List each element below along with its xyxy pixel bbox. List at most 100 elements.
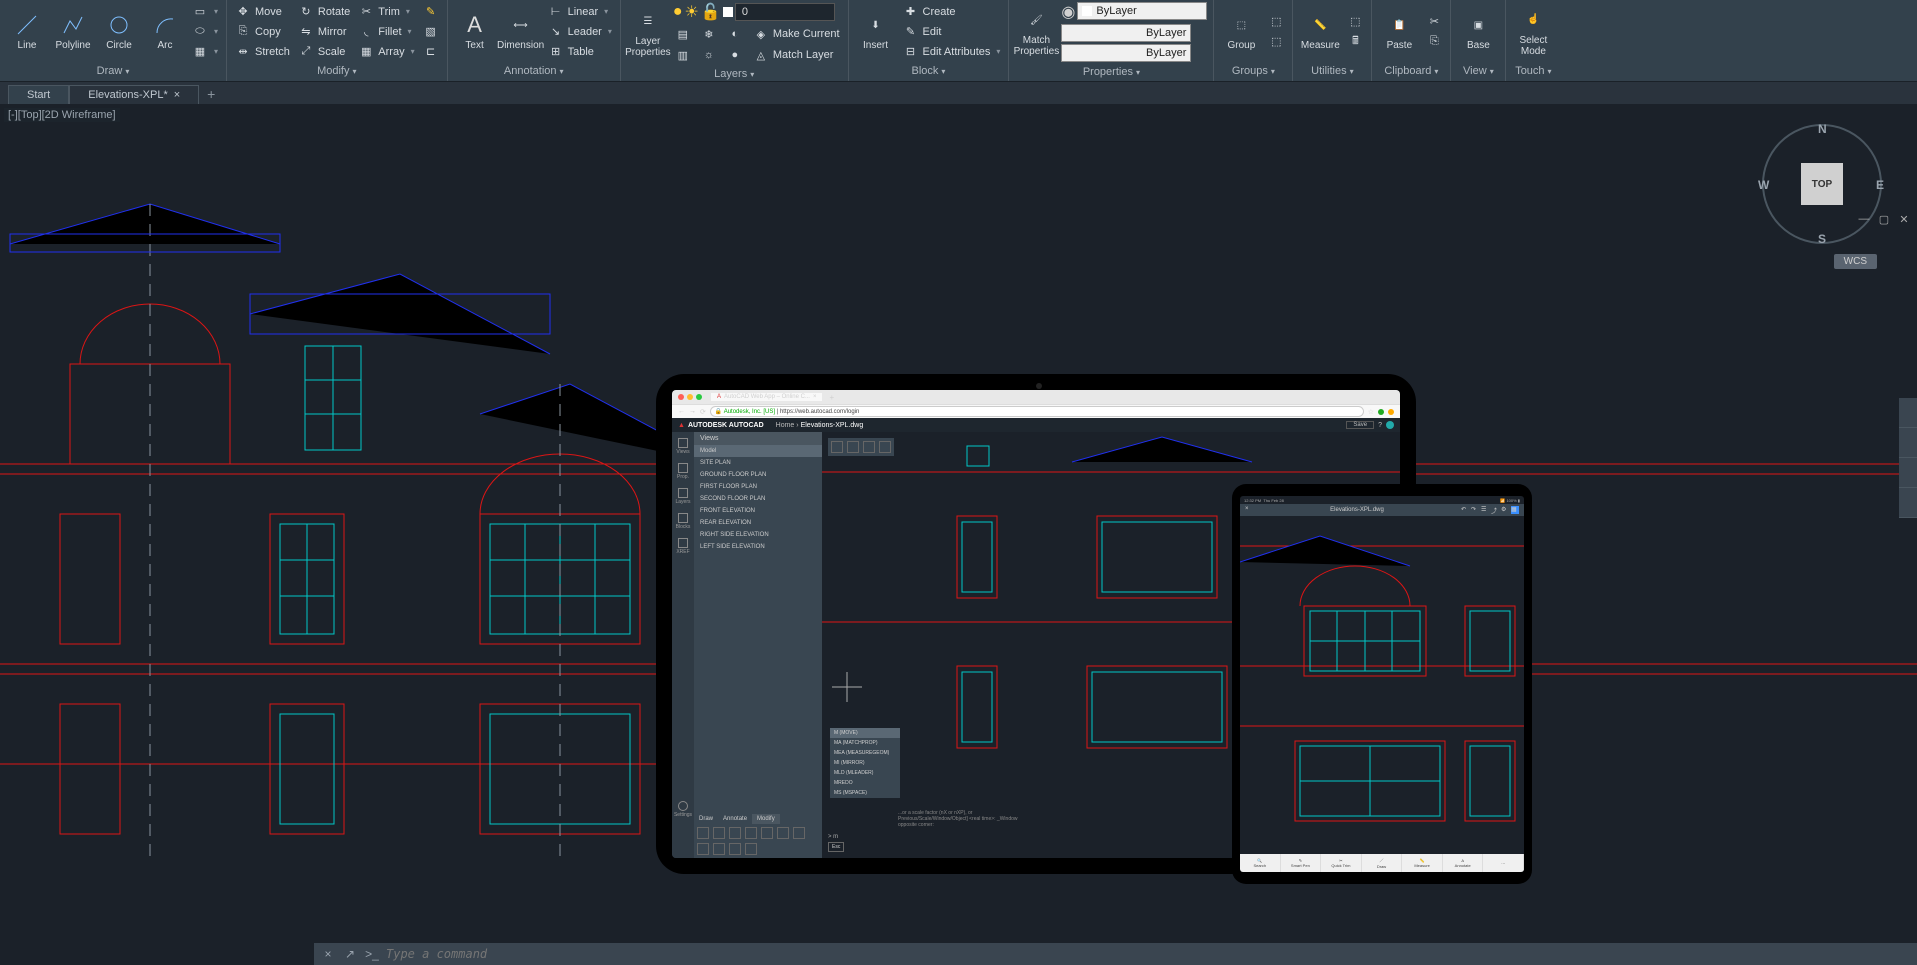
browser-back-icon[interactable]: ← (678, 408, 685, 415)
copy-tool[interactable]: ⎘Copy (233, 23, 292, 41)
layer-lock-icon[interactable]: 🔓 (701, 2, 721, 22)
tablet-export-icon[interactable]: ⤴ (1491, 506, 1499, 514)
suggestion-item[interactable]: MI (MIRROR) (830, 758, 900, 768)
fillet-tool[interactable]: ◟Fillet (356, 23, 416, 41)
mac-min[interactable] (687, 394, 693, 400)
layer-on-tool[interactable]: ● (725, 46, 745, 64)
select-all-tool[interactable]: ⬚ (1345, 13, 1365, 31)
panel-layers-label[interactable]: Layers (621, 66, 848, 84)
tablet-canvas[interactable] (1240, 516, 1524, 854)
dimension-tool[interactable]: ⟷Dimension (500, 3, 542, 61)
sidebar-xref[interactable]: XREF (676, 538, 689, 555)
panel-block-label[interactable]: Block (849, 63, 1009, 81)
polyline-tool[interactable]: Polyline (52, 3, 94, 61)
views-model[interactable]: Model (694, 445, 822, 457)
create-block-tool[interactable]: ✚Create (901, 3, 1003, 21)
breadcrumb-file[interactable]: Elevations-XPL.dwg (801, 422, 864, 429)
wt-mirror[interactable] (761, 827, 773, 839)
wt-rotate[interactable] (729, 827, 741, 839)
browser-reload-icon[interactable]: ⟳ (700, 408, 706, 416)
table-tool[interactable]: ⊞Table (546, 43, 614, 61)
suggestion-item[interactable]: MREDO (830, 778, 900, 788)
views-item[interactable]: REAR ELEVATION (694, 517, 822, 529)
panel-utilities-label[interactable]: Utilities (1293, 63, 1371, 81)
suggestion-item[interactable]: MA (MATCHPROP) (830, 738, 900, 748)
sidebar-layers[interactable]: Layers (675, 488, 690, 505)
layer-uniso-tool[interactable]: ▥ (673, 46, 693, 64)
erase-tool[interactable]: ✎ (421, 3, 441, 21)
tool-tab-draw[interactable]: Draw (694, 814, 718, 824)
viewport-minimize[interactable]: — (1857, 212, 1871, 226)
views-item[interactable]: SITE PLAN (694, 457, 822, 469)
webapp-help-icon[interactable]: ? (1378, 422, 1382, 429)
layer-iso-tool[interactable]: ▤ (673, 25, 693, 43)
webapp-save-button[interactable]: Save (1346, 421, 1374, 429)
nav-pan[interactable] (1899, 428, 1917, 458)
viewcube-top-face[interactable]: TOP (1801, 163, 1843, 205)
tablet-tool-draw[interactable]: ／Draw (1362, 854, 1403, 872)
drawing-canvas[interactable]: [-][Top][2D Wireframe] (0, 104, 1917, 965)
wt-explode[interactable] (729, 843, 741, 855)
nav-zoom[interactable] (1899, 458, 1917, 488)
panel-clipboard-label[interactable]: Clipboard (1372, 63, 1450, 81)
viewcube-n[interactable]: N (1818, 122, 1827, 136)
linear-tool[interactable]: ⊢Linear (546, 3, 614, 21)
edit-attr-tool[interactable]: ⊟Edit Attributes (901, 43, 1003, 61)
tablet-undo-icon[interactable]: ↶ (1461, 506, 1469, 514)
layer-color-icon[interactable] (723, 7, 733, 17)
tool-tab-annotate[interactable]: Annotate (718, 814, 752, 824)
layer-off-tool[interactable]: ◐ (725, 25, 745, 43)
rotate-tool[interactable]: ↻Rotate (296, 3, 352, 21)
make-current-tool[interactable]: ◈Make Current (751, 25, 842, 43)
tablet-tool-measure[interactable]: 📏Measure (1402, 854, 1443, 872)
paste-tool[interactable]: 📋Paste (1378, 3, 1420, 61)
sidebar-prop[interactable]: Prop. (677, 463, 689, 480)
wt-copy[interactable] (713, 827, 725, 839)
browser-tab-close-icon[interactable]: × (813, 394, 817, 400)
leader-tool[interactable]: ↘Leader (546, 23, 614, 41)
tablet-layers-icon[interactable]: ☰ (1481, 506, 1489, 514)
stretch-tool[interactable]: ⇹Stretch (233, 43, 292, 61)
group-edit-tool[interactable]: ⬚ (1266, 33, 1286, 51)
browser-tab[interactable]: AAutoCAD Web App – Online C...× (711, 393, 822, 401)
layer-freeze-tool[interactable]: ❄ (699, 25, 719, 43)
layer-sun-icon[interactable]: ☀ (685, 2, 699, 22)
viewcube[interactable]: TOP N S E W (1762, 124, 1882, 244)
views-item[interactable]: FIRST FLOOR PLAN (694, 481, 822, 493)
panel-view-label[interactable]: View (1451, 63, 1505, 81)
match-properties-tool[interactable]: 🖌Match Properties (1015, 3, 1057, 61)
ext-icon-1[interactable] (1378, 409, 1384, 415)
text-tool[interactable]: AText (454, 3, 496, 61)
layer-thaw-tool[interactable]: ☼ (699, 46, 719, 64)
ellipse-tool[interactable]: ⬭ (190, 23, 220, 41)
color-select[interactable]: ByLayer (1077, 2, 1207, 20)
command-customize-icon[interactable]: ↗ (342, 946, 358, 962)
wt-trim[interactable] (777, 827, 789, 839)
panel-draw-label[interactable]: Draw (0, 63, 226, 81)
group-tool[interactable]: ⬚Group (1220, 3, 1262, 61)
views-item[interactable]: RIGHT SIDE ELEVATION (694, 529, 822, 541)
hatch-tool[interactable]: ▦ (190, 43, 220, 61)
mirror-tool[interactable]: ⇋Mirror (296, 23, 352, 41)
wt-offset[interactable] (793, 827, 805, 839)
nav-orbit[interactable] (1899, 488, 1917, 518)
panel-groups-label[interactable]: Groups (1214, 63, 1292, 81)
wt-scale[interactable] (745, 827, 757, 839)
breadcrumb-home[interactable]: Home (776, 422, 795, 429)
current-layer-input[interactable] (735, 3, 835, 21)
esc-button[interactable]: Esc (828, 842, 844, 852)
wcs-badge[interactable]: WCS (1834, 254, 1877, 269)
ungroup-tool[interactable]: ⬚ (1266, 13, 1286, 31)
tablet-tool-smartpen[interactable]: ✎Smart Pen (1281, 854, 1322, 872)
move-tool[interactable]: ✥Move (233, 3, 292, 21)
webapp-avatar[interactable] (1386, 421, 1394, 429)
webapp-command-line[interactable]: > m (828, 834, 838, 840)
wt-fillet[interactable] (713, 843, 725, 855)
sidebar-settings[interactable]: Settings (674, 801, 692, 818)
browser-forward-icon[interactable]: → (689, 408, 696, 415)
copy-clip-tool[interactable]: ⎘ (1424, 33, 1444, 51)
tab-add-button[interactable]: + (199, 84, 223, 104)
linetype-select[interactable]: ByLayer (1061, 44, 1191, 62)
explode-tool[interactable]: ▧ (421, 23, 441, 41)
quick-calc-tool[interactable]: 🖩 (1345, 33, 1365, 51)
